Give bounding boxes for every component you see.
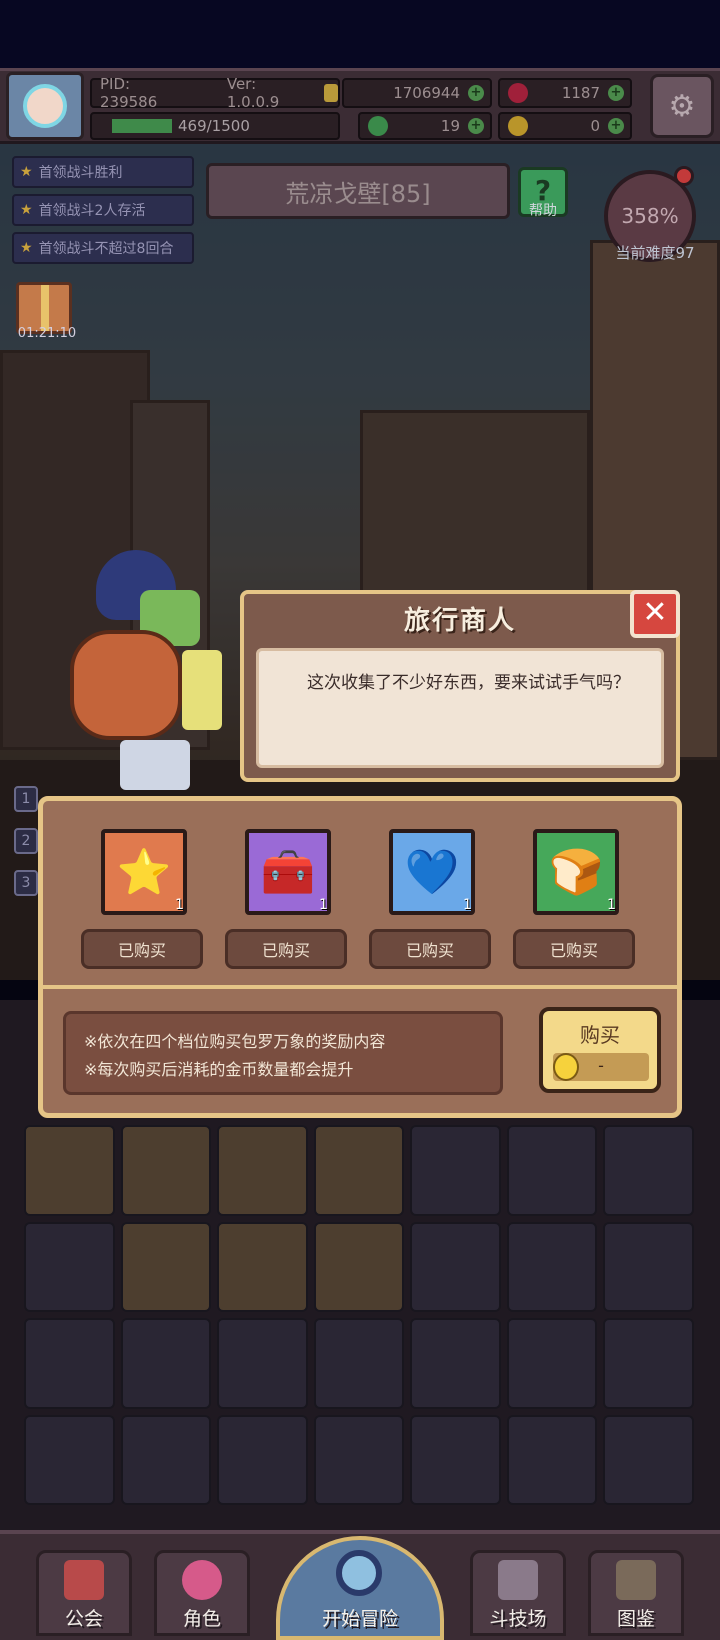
merchant-character: [62, 550, 232, 790]
shop-note: ※依次在四个档位购买包罗万象的奖励内容: [84, 1032, 386, 1051]
gold-amount: 1706944: [393, 84, 460, 102]
close-button[interactable]: ✕: [630, 590, 680, 638]
clover-icon: [368, 116, 388, 136]
quest-label: 首领战斗不超过8回合: [38, 241, 174, 257]
side-number[interactable]: 3: [14, 870, 38, 896]
add-key-icon[interactable]: +: [608, 118, 624, 134]
game-version: Ver: 1.0.0.9: [226, 75, 280, 111]
game-screen: PID: 239586 Ver: 1.0.0.9 1706944 + 1187 …: [0, 0, 720, 1640]
gem-icon: [508, 83, 528, 103]
star-icon: ★: [20, 202, 33, 218]
purchased-button[interactable]: 已购买: [369, 929, 491, 969]
notification-dot: [674, 166, 694, 186]
guild-icon: [64, 1560, 104, 1600]
quest-label: 首领战斗胜利: [38, 165, 123, 181]
item-quantity: 1: [175, 897, 184, 913]
arena-icon: [498, 1560, 538, 1600]
gem-amount: 1187: [561, 84, 600, 102]
purchased-button[interactable]: 已购买: [81, 929, 203, 969]
purchased-button[interactable]: 已购买: [225, 929, 347, 969]
badge-icon: [324, 84, 338, 102]
character-icon: [182, 1560, 222, 1600]
location-banner[interactable]: 荒凉戈壁[85]: [206, 163, 510, 219]
quest-label: 首领战斗2人存活: [38, 203, 146, 219]
quest-item[interactable]: ★ 首领战斗不超过8回合: [12, 232, 194, 264]
purchased-button[interactable]: 已购买: [513, 929, 635, 969]
add-clover-icon[interactable]: +: [468, 118, 484, 134]
settings-button[interactable]: ⚙: [650, 74, 714, 138]
side-number[interactable]: 1: [14, 786, 38, 812]
gear-icon: ⚙: [668, 88, 696, 124]
key-counter[interactable]: 0 +: [498, 112, 632, 140]
side-number[interactable]: 2: [14, 828, 38, 854]
item-quantity: 1: [319, 897, 328, 913]
coin-icon: [553, 1053, 579, 1081]
star-icon: ★: [20, 240, 33, 256]
merchant-backpack: [70, 630, 182, 740]
quest-item[interactable]: ★ 首领战斗胜利: [12, 156, 194, 188]
panel-divider: [43, 985, 677, 989]
merchant-legs: [120, 740, 190, 790]
player-id: PID: 239586: [100, 75, 158, 111]
clover-counter[interactable]: 19 +: [358, 112, 492, 140]
quest-item[interactable]: ★ 首领战斗2人存活: [12, 194, 194, 226]
gold-counter[interactable]: 1706944 +: [342, 78, 492, 108]
nav-arena-label: 斗技场: [489, 1608, 547, 1630]
avatar-face: [23, 84, 67, 128]
shop-panel: ⭐ 1 已购买 🧰 1 已购买 💙 1 已购买 🍞 1 已购买 ※依次在四个档位…: [38, 796, 682, 1118]
buy-label: 购买: [580, 1023, 620, 1047]
merchant-dialog: 旅行商人 这次收集了不少好东西，要来试试手气吗？: [240, 590, 680, 782]
buy-button[interactable]: 购买 -: [539, 1007, 661, 1093]
player-avatar[interactable]: [6, 72, 84, 140]
exp-text: 469/1500: [178, 117, 250, 135]
magnifier-icon: [336, 1550, 382, 1596]
shop-notes: ※依次在四个档位购买包罗万象的奖励内容 ※每次购买后消耗的金币数量都会提升: [63, 1011, 503, 1095]
help-label: 帮助: [529, 203, 557, 219]
nav-character-label: 角色: [182, 1608, 221, 1630]
nav-codex-label: 图鉴: [616, 1608, 655, 1630]
merchant-body: [182, 650, 222, 730]
gift-timer: 01:21:10: [17, 326, 77, 341]
difficulty-label: 当前难度97: [615, 244, 695, 262]
shop-items: ⭐ 1 已购买 🧰 1 已购买 💙 1 已购买 🍞 1 已购买: [53, 811, 667, 979]
dialog-body: 这次收集了不少好东西，要来试试手气吗？: [256, 648, 664, 768]
star-icon: ★: [20, 164, 33, 180]
key-amount: 0: [590, 117, 600, 135]
clover-amount: 19: [440, 117, 460, 135]
add-gold-icon[interactable]: +: [468, 85, 484, 101]
item-quantity: 1: [463, 897, 472, 913]
exp-bar: 469/1500: [90, 112, 340, 140]
location-name: 荒凉戈壁[85]: [285, 179, 431, 208]
dialog-text: 这次收集了不少好东西，要来试试手气吗？: [307, 673, 630, 693]
gem-counter[interactable]: 1187 +: [498, 78, 632, 108]
codex-icon: [616, 1560, 656, 1600]
dialog-title: 旅行商人: [403, 605, 516, 636]
close-icon: ✕: [642, 595, 668, 630]
nav-guild-label: 公会: [64, 1608, 103, 1630]
shop-item: 🧰 1 已购买: [225, 829, 349, 979]
item-quantity: 1: [607, 897, 616, 913]
add-gem-icon[interactable]: +: [608, 85, 624, 101]
difficulty-percent: 358%: [621, 204, 679, 228]
status-bar-area: [0, 0, 720, 70]
key-icon: [508, 116, 528, 136]
shop-item: 💙 1 已购买: [369, 829, 493, 979]
nav-start-adventure-label: 开始冒险: [321, 1608, 398, 1630]
exp-fill: [112, 119, 172, 133]
shop-item: ⭐ 1 已购买: [81, 829, 205, 979]
player-info: PID: 239586 Ver: 1.0.0.9: [90, 75, 340, 111]
shop-note: ※每次购买后消耗的金币数量都会提升: [84, 1060, 354, 1079]
shop-item: 🍞 1 已购买: [513, 829, 637, 979]
